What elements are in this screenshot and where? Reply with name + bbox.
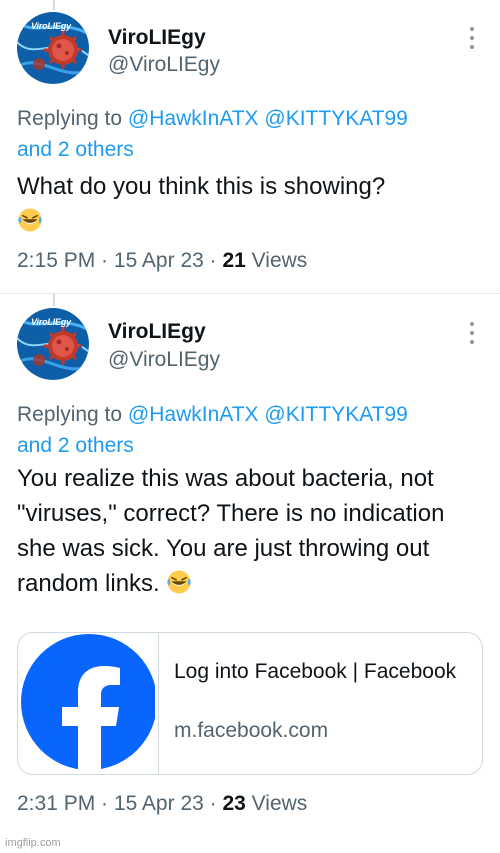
avatar-label: ViroLIEgy [31, 317, 71, 327]
tweet[interactable]: ViroLIEgy ViroLIEgy @ViroLIEgy Replying … [0, 0, 500, 293]
tweet-time[interactable]: 2:31 PM [17, 792, 95, 815]
card-domain: m.facebook.com [174, 719, 329, 742]
replying-to-prefix: Replying to [17, 403, 128, 426]
others-link[interactable]: and 2 others [17, 138, 134, 161]
meta-separator: · [203, 792, 223, 815]
views-count: 21 [222, 249, 246, 272]
tweet-text-content: What do you think this is showing? [17, 173, 386, 200]
mention-link[interactable]: @HawkInATX [128, 403, 259, 426]
tweet-text-content: You realize this was about bacteria, not… [17, 465, 445, 597]
meta-separator: · [203, 249, 223, 272]
meta-separator: · [95, 792, 114, 815]
avatar[interactable]: ViroLIEgy [17, 12, 89, 84]
rolling-on-floor-laughing-icon [166, 569, 192, 595]
thread-connector [53, 294, 55, 306]
more-options-icon[interactable] [466, 322, 478, 344]
card-thumbnail [18, 633, 158, 774]
card-separator [158, 633, 159, 774]
replying-to-prefix: Replying to [17, 107, 128, 130]
author-name[interactable]: ViroLIEgy [108, 320, 206, 344]
link-preview-card[interactable]: Log into Facebook | Facebook m.facebook.… [17, 632, 483, 775]
views-count: 23 [222, 792, 246, 815]
replying-to: Replying to @HawkInATX @KITTYKAT99 and 2… [17, 103, 487, 165]
replying-to: Replying to @HawkInATX @KITTYKAT99 and 2… [17, 399, 487, 461]
watermark: imgflip.com [5, 837, 61, 849]
tweet-text: You realize this was about bacteria, not… [17, 461, 487, 601]
tweet-text: What do you think this is showing? [17, 169, 487, 239]
views-label: Views [251, 249, 308, 272]
author-name[interactable]: ViroLIEgy [108, 26, 206, 50]
facebook-logo-icon [21, 634, 155, 774]
others-link[interactable]: and 2 others [17, 434, 134, 457]
author-handle[interactable]: @ViroLIEgy [108, 348, 220, 372]
avatar[interactable]: ViroLIEgy [17, 308, 89, 380]
tweet-date[interactable]: 15 Apr 23 [114, 249, 204, 272]
author-handle[interactable]: @ViroLIEgy [108, 53, 220, 77]
mention-link[interactable]: @KITTYKAT99 [264, 403, 407, 426]
tweet-metadata: 2:15 PM · 15 Apr 23 · 21 Views [17, 249, 307, 273]
tweet-metadata: 2:31 PM · 15 Apr 23 · 23 Views [17, 792, 307, 816]
thread-connector [53, 0, 55, 10]
rolling-on-floor-laughing-icon [17, 207, 43, 233]
tweet-date[interactable]: 15 Apr 23 [114, 792, 204, 815]
meta-separator: · [95, 249, 114, 272]
avatar-label: ViroLIEgy [31, 21, 71, 31]
mention-link[interactable]: @KITTYKAT99 [264, 107, 407, 130]
more-options-icon[interactable] [466, 27, 478, 49]
tweet[interactable]: ViroLIEgy ViroLIEgy @ViroLIEgy Replying … [0, 294, 500, 853]
tweet-time[interactable]: 2:15 PM [17, 249, 95, 272]
card-title[interactable]: Log into Facebook | Facebook [174, 657, 464, 687]
views-label: Views [251, 792, 308, 815]
mention-link[interactable]: @HawkInATX [128, 107, 259, 130]
